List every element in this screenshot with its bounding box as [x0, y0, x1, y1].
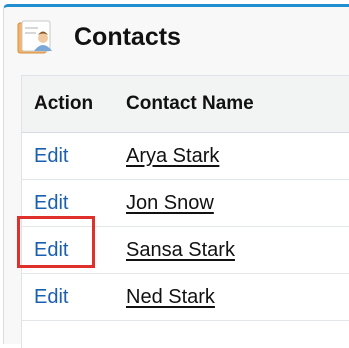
contact-link-ned-stark[interactable]: Ned Stark — [126, 286, 215, 308]
contacts-table-container: Action Contact Name Edit Arya Stark Edit — [21, 75, 349, 348]
panel-header: Contacts — [4, 7, 349, 69]
column-header-action: Action — [22, 76, 120, 133]
table-row: Edit Jon Snow — [22, 179, 349, 227]
contacts-icon — [16, 19, 60, 55]
edit-link-jon-snow[interactable]: Edit — [34, 192, 68, 215]
table-row: Edit Ned Stark — [22, 273, 349, 321]
column-header-contact-name: Contact Name — [120, 76, 349, 133]
contact-link-sansa-stark[interactable]: Sansa Stark — [126, 239, 235, 261]
table-row: Edit Arya Stark — [22, 132, 349, 180]
edit-link-arya-stark[interactable]: Edit — [34, 145, 68, 168]
edit-link-ned-stark[interactable]: Edit — [34, 286, 68, 309]
contacts-panel: Contacts Action Contact Name Edit Arya S… — [3, 4, 349, 348]
contact-link-arya-stark[interactable]: Arya Stark — [126, 145, 219, 167]
table-header-row: Action Contact Name — [22, 76, 349, 133]
page-title: Contacts — [74, 23, 181, 51]
edit-link-sansa-stark[interactable]: Edit — [34, 239, 68, 262]
table-row: Edit Sansa Stark — [22, 226, 349, 274]
contacts-table: Action Contact Name Edit Arya Stark Edit — [22, 76, 349, 321]
contact-link-jon-snow[interactable]: Jon Snow — [126, 192, 214, 214]
